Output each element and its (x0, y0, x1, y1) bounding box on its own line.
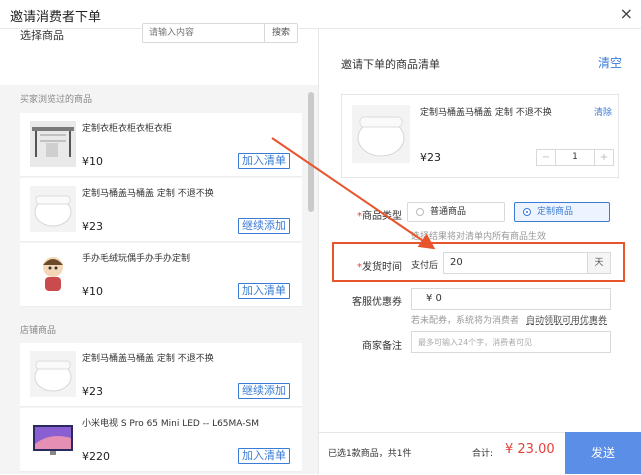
selected-count: 已选1款商品，共1件 (328, 449, 412, 459)
send-button[interactable]: 发送 (565, 432, 641, 474)
total-amount: ¥ 23.00 (505, 442, 555, 457)
total-label: 合计: (472, 449, 494, 459)
annotation-arrow-icon (271, 137, 436, 250)
